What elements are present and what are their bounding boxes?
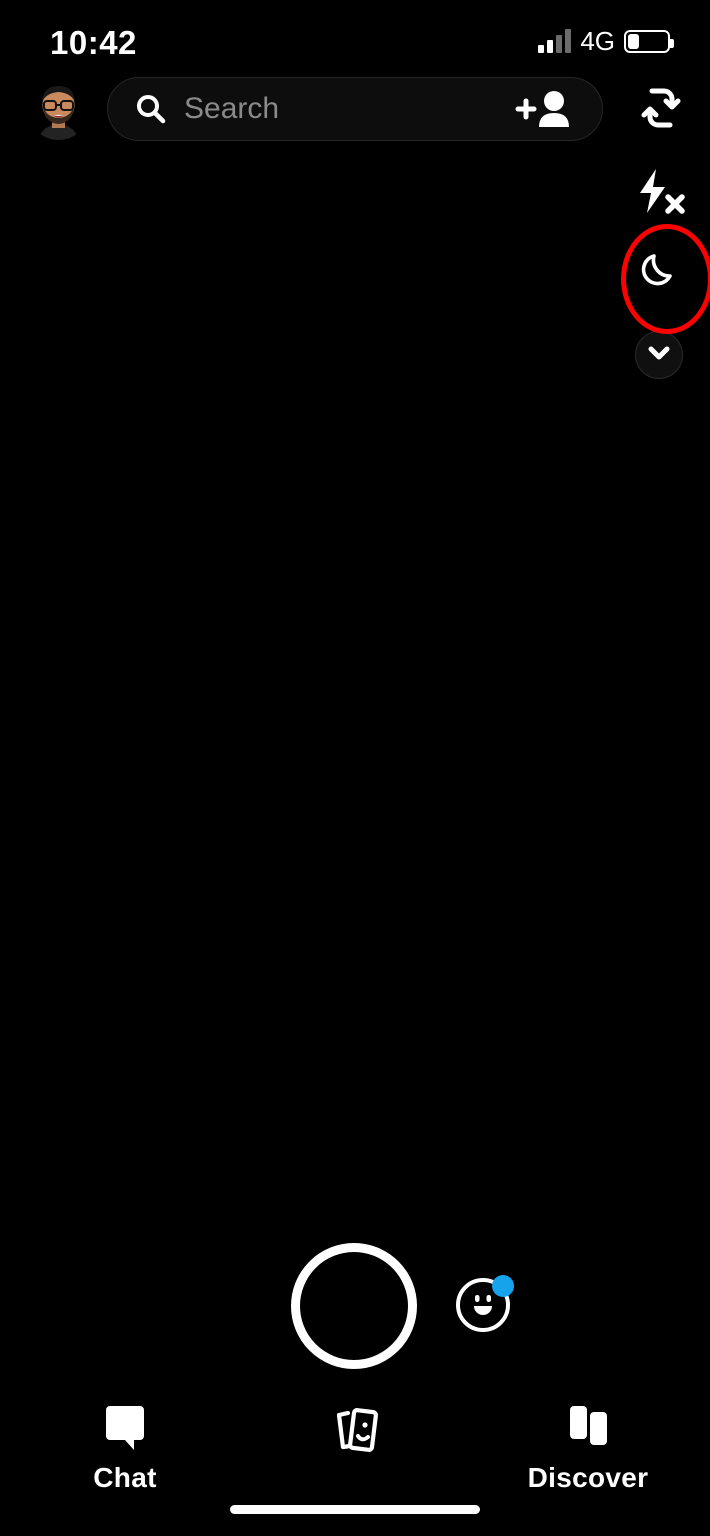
snapchat-camera-screen: 10:42 4G Search Chat Discover (0, 0, 710, 1536)
search-input[interactable]: Search (184, 92, 279, 126)
more-options-button[interactable] (635, 331, 683, 379)
camera-flip-icon[interactable] (634, 81, 688, 135)
profile-avatar[interactable] (27, 77, 90, 140)
chat-bubble-icon (96, 1400, 154, 1456)
lenses-notification-badge (492, 1275, 514, 1297)
status-bar: 10:42 4G (0, 0, 710, 70)
home-indicator[interactable] (230, 1505, 480, 1514)
chevron-down-icon (646, 340, 672, 371)
status-time: 10:42 (50, 24, 137, 61)
status-indicators: 4G (538, 26, 674, 56)
capture-button[interactable] (291, 1243, 417, 1369)
stories-cards-icon (324, 1404, 386, 1460)
night-mode-icon[interactable] (635, 245, 683, 293)
nav-label-discover: Discover (527, 1462, 649, 1493)
add-friend-icon[interactable] (512, 87, 574, 131)
discover-cards-icon (557, 1400, 619, 1456)
search-icon (134, 92, 168, 126)
signal-bars-icon (538, 29, 572, 53)
nav-item-chat[interactable]: Chat (80, 1400, 170, 1494)
nav-item-stories[interactable] (310, 1404, 400, 1466)
network-type-label: 4G (580, 26, 615, 56)
nav-item-discover[interactable]: Discover (528, 1400, 648, 1494)
search-bar[interactable]: Search (107, 77, 603, 141)
flash-off-icon[interactable] (619, 163, 699, 219)
nav-label-chat: Chat (93, 1462, 157, 1493)
battery-icon (624, 29, 674, 53)
top-bar: Search (0, 75, 710, 145)
battery-fill (628, 33, 640, 49)
bottom-nav: Chat Discover (0, 1390, 710, 1536)
